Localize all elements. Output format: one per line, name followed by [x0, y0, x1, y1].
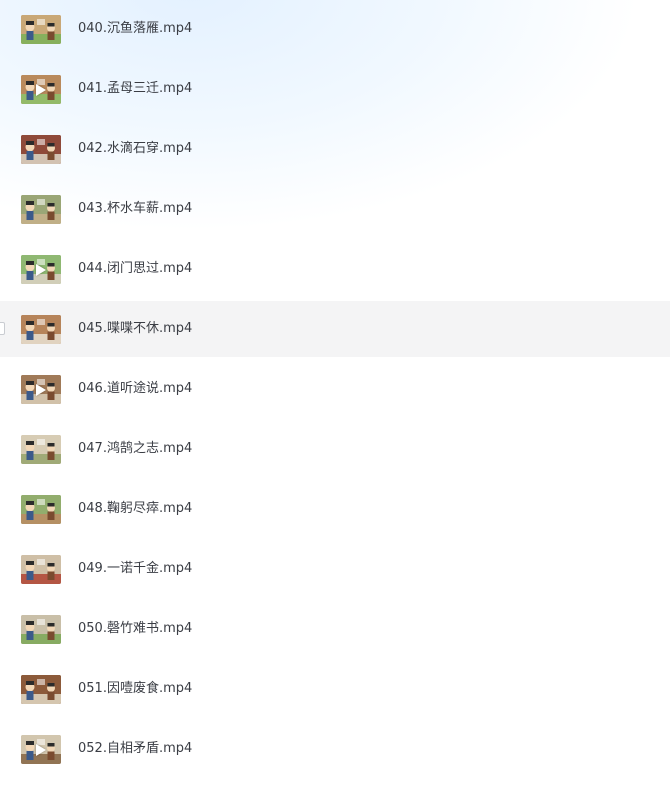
video-thumbnail-icon [21, 675, 61, 704]
file-row[interactable]: 041.孟母三迁.mp4 [0, 61, 670, 117]
file-name: 046.道听途说.mp4 [78, 381, 193, 396]
video-thumbnail-icon [21, 375, 61, 404]
file-row[interactable]: 048.鞠躬尽瘁.mp4 [0, 481, 670, 537]
file-name: 048.鞠躬尽瘁.mp4 [78, 501, 193, 516]
video-thumbnail-icon [21, 555, 61, 584]
file-row[interactable]: 050.磬竹难书.mp4 [0, 601, 670, 657]
video-thumbnail-icon [21, 15, 61, 44]
file-row[interactable]: 051.因噎废食.mp4 [0, 661, 670, 717]
checkbox-icon[interactable] [0, 322, 5, 335]
file-name: 042.水滴石穿.mp4 [78, 141, 193, 156]
file-name: 049.一诺千金.mp4 [78, 561, 193, 576]
play-icon [36, 384, 46, 396]
file-row[interactable]: 052.自相矛盾.mp4 [0, 721, 670, 777]
file-name: 040.沉鱼落雁.mp4 [78, 21, 193, 36]
file-name: 041.孟母三迁.mp4 [78, 81, 193, 96]
file-row[interactable]: 042.水滴石穿.mp4 [0, 121, 670, 177]
video-thumbnail-icon [21, 195, 61, 224]
video-thumbnail-icon [21, 255, 61, 284]
video-thumbnail-icon [21, 435, 61, 464]
video-thumbnail-icon [21, 735, 61, 764]
video-thumbnail-icon [21, 135, 61, 164]
file-row[interactable]: 045.喋喋不休.mp4 [0, 301, 670, 357]
file-name: 044.闭门思过.mp4 [78, 261, 193, 276]
file-row[interactable]: 043.杯水车薪.mp4 [0, 181, 670, 237]
file-row[interactable]: 040.沉鱼落雁.mp4 [0, 1, 670, 57]
play-icon [36, 264, 46, 276]
video-thumbnail-icon [21, 615, 61, 644]
file-name: 052.自相矛盾.mp4 [78, 741, 193, 756]
file-list: 040.沉鱼落雁.mp4 041.孟母三迁.mp4 042.水滴石穿.mp4 043.… [0, 0, 670, 787]
play-icon [36, 84, 46, 96]
file-name: 051.因噎废食.mp4 [78, 681, 193, 696]
video-thumbnail-icon [21, 315, 61, 344]
video-thumbnail-icon [21, 495, 61, 524]
file-name: 043.杯水车薪.mp4 [78, 201, 193, 216]
file-name: 047.鸿鹄之志.mp4 [78, 441, 193, 456]
file-row[interactable]: 049.一诺千金.mp4 [0, 541, 670, 597]
play-icon [36, 744, 46, 756]
file-name: 045.喋喋不休.mp4 [78, 321, 193, 336]
file-row[interactable]: 046.道听途说.mp4 [0, 361, 670, 417]
file-name: 050.磬竹难书.mp4 [78, 621, 193, 636]
file-row[interactable]: 044.闭门思过.mp4 [0, 241, 670, 297]
file-row[interactable]: 047.鸿鹄之志.mp4 [0, 421, 670, 477]
video-thumbnail-icon [21, 75, 61, 104]
